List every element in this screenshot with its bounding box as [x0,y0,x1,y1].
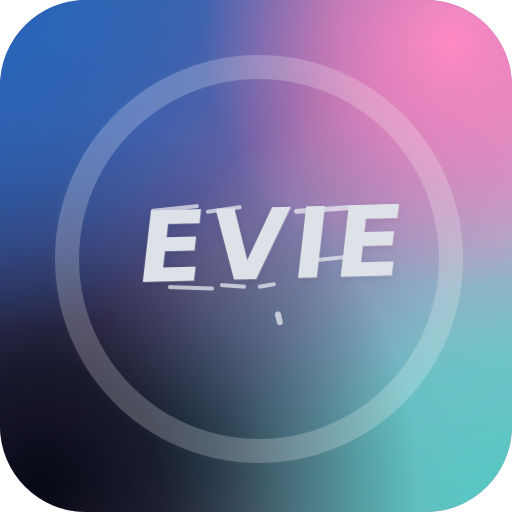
logo-text: EVIE [131,185,416,307]
icon-canvas: EVIE [0,0,512,512]
app-icon: EVIE [0,0,512,512]
